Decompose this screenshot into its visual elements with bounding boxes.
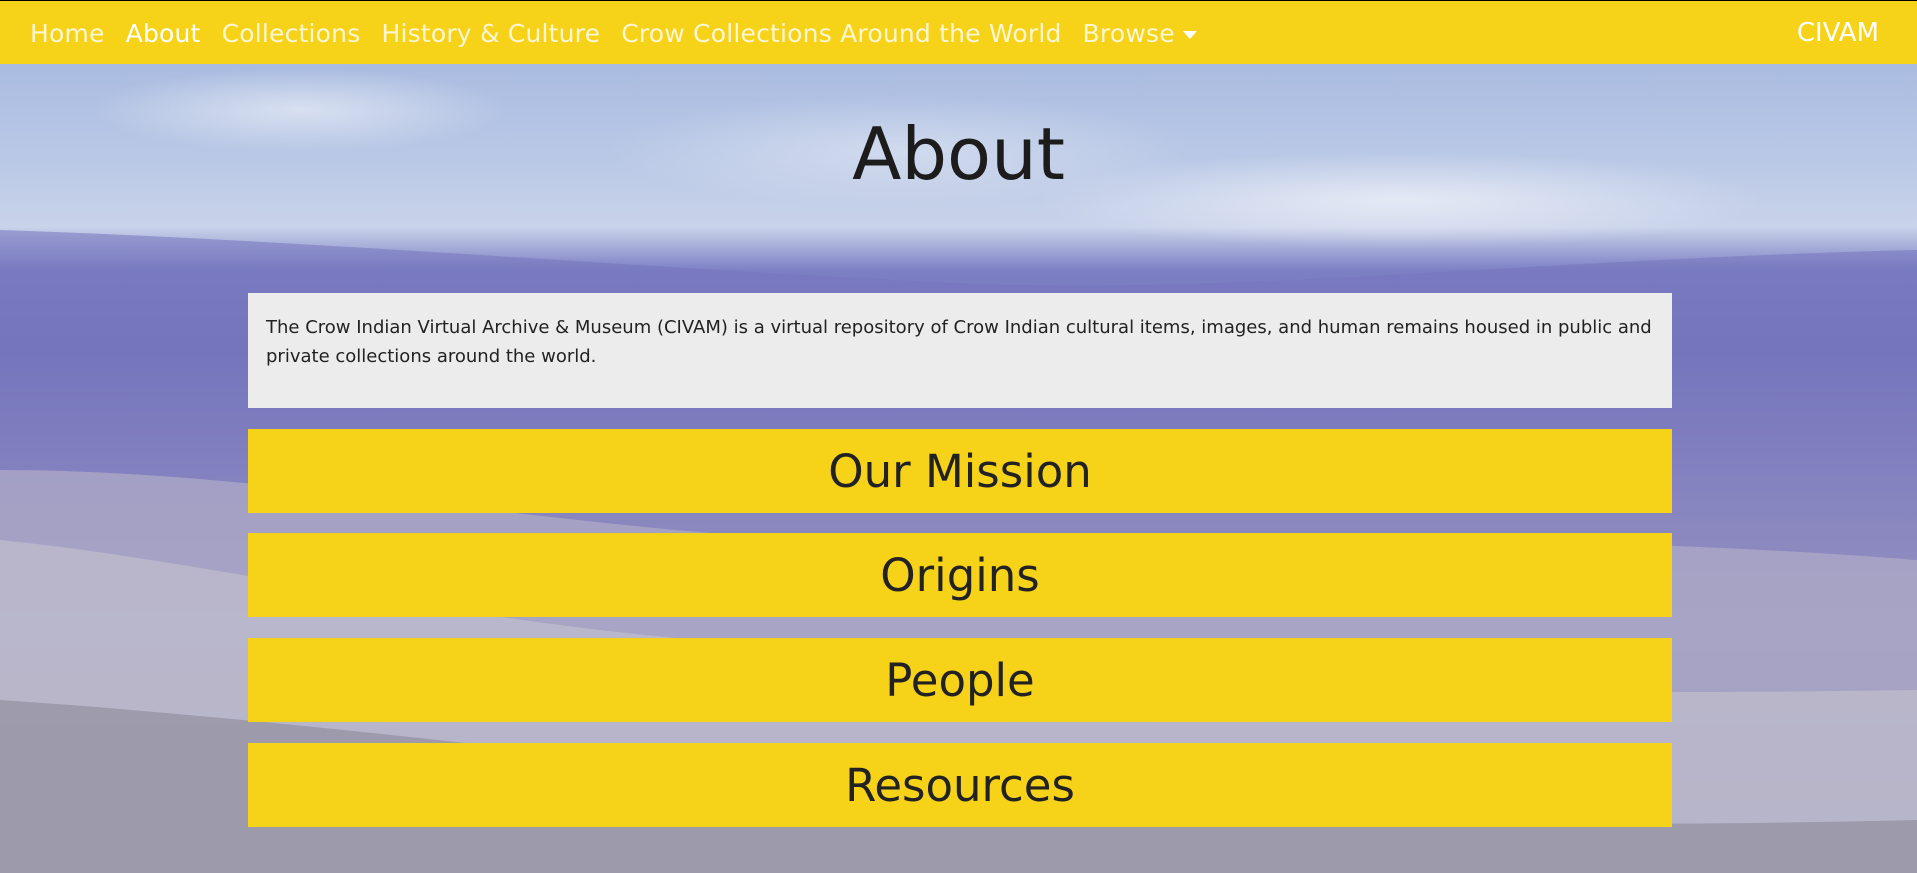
intro-text-box: The Crow Indian Virtual Archive & Museum… — [248, 293, 1672, 408]
nav-link-collections[interactable]: Collections — [222, 19, 361, 48]
nav-dropdown-browse-label: Browse — [1082, 18, 1175, 48]
nav-links: Home About Collections History & Culture… — [30, 1, 1218, 65]
section-button-origins[interactable]: Origins — [248, 533, 1672, 617]
section-button-people[interactable]: People — [248, 638, 1672, 722]
page-title: About — [852, 112, 1065, 196]
nav-link-home[interactable]: Home — [30, 19, 105, 48]
caret-down-icon — [1182, 30, 1197, 39]
nav-link-about[interactable]: About — [126, 19, 201, 48]
section-button-our-mission[interactable]: Our Mission — [248, 429, 1672, 513]
brand-logo-link[interactable]: CIVAM — [1797, 1, 1879, 65]
section-button-resources[interactable]: Resources — [248, 743, 1672, 827]
top-navbar: Home About Collections History & Culture… — [0, 0, 1917, 64]
page: Home About Collections History & Culture… — [0, 0, 1917, 873]
nav-dropdown-browse[interactable]: Browse — [1083, 19, 1197, 48]
nav-link-history-culture[interactable]: History & Culture — [381, 19, 600, 48]
nav-link-crow-collections-around-the-world[interactable]: Crow Collections Around the World — [621, 19, 1061, 48]
